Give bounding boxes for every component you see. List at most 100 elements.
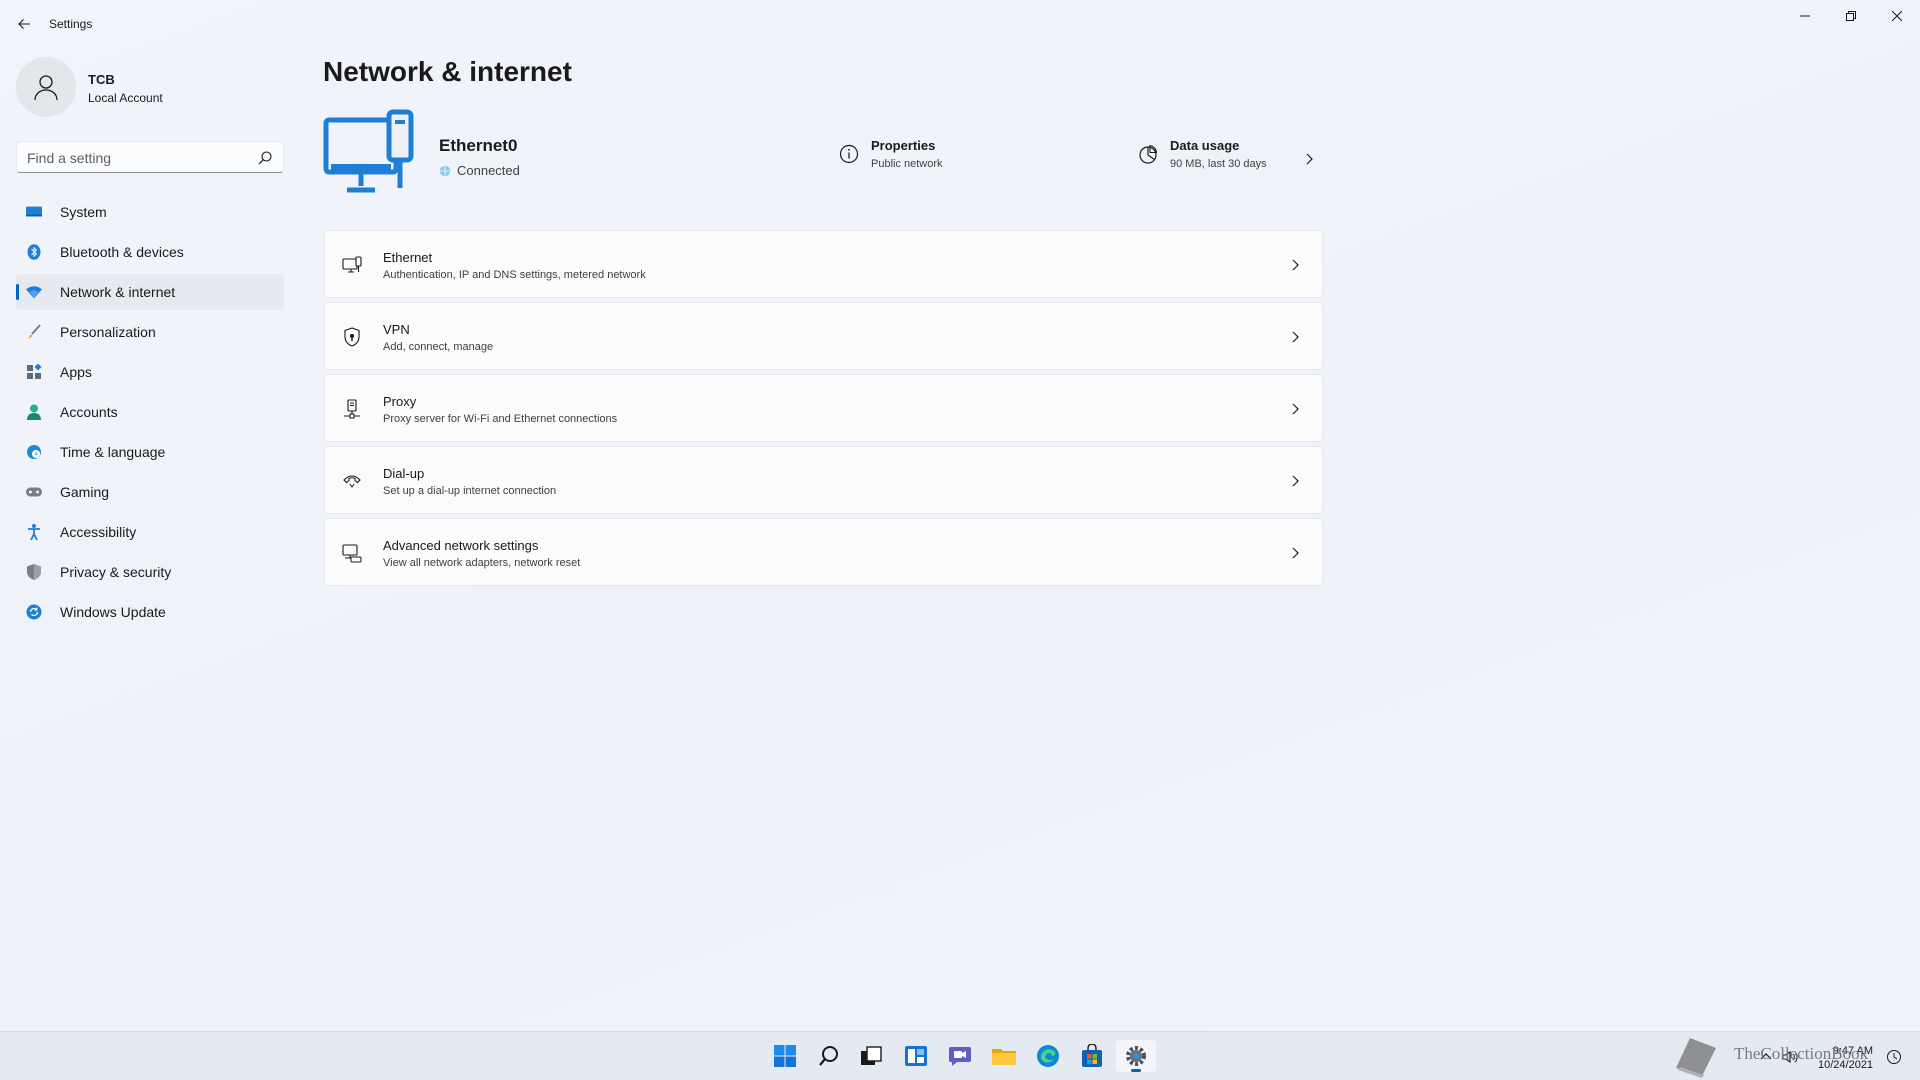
settings-app-button[interactable] [1116,1040,1156,1072]
sidebar-item-time-language[interactable]: Time & language [16,434,284,470]
card-title: Ethernet [383,250,433,265]
title-bar: Settings [0,0,1920,48]
back-button[interactable] [12,12,36,36]
sidebar-item-personalization[interactable]: Personalization [16,314,284,350]
accessibility-icon [26,524,42,540]
properties-title: Properties [871,138,936,153]
sidebar-item-network[interactable]: Network & internet [16,274,284,310]
avatar [16,57,76,117]
properties-subtitle: Public network [871,158,943,170]
back-arrow-icon [18,19,30,29]
file-explorer-button[interactable] [984,1040,1024,1072]
task-view-icon [861,1046,882,1065]
close-icon [1892,11,1902,21]
sidebar-item-label: Apps [60,364,92,380]
vpn-shield-icon [342,327,362,347]
settings-list: Ethernet Authentication, IP and DNS sett… [324,230,1323,590]
search-icon [258,151,272,165]
chevron-right-icon [1292,475,1299,487]
data-usage-subtitle: 90 MB, last 30 days [1170,158,1267,170]
proxy-card[interactable]: Proxy Proxy server for Wi-Fi and Etherne… [324,374,1323,442]
sidebar-item-label: Time & language [60,444,166,460]
task-view-button[interactable] [851,1040,891,1072]
card-subtitle: Set up a dial-up internet connection [383,485,557,497]
store-icon [1082,1044,1102,1067]
data-usage-icon [1139,144,1158,164]
connection-summary: Ethernet0 Connected Properties Public ne… [323,108,1323,208]
start-button[interactable] [765,1040,805,1072]
chat-button[interactable] [940,1040,980,1072]
properties-link[interactable]: Properties Public network [839,138,943,170]
store-button[interactable] [1072,1040,1112,1072]
apps-icon [26,364,42,380]
window-title: Settings [49,17,93,31]
sidebar-item-accounts[interactable]: Accounts [16,394,284,430]
data-usage-link[interactable]: Data usage 90 MB, last 30 days [1138,138,1318,170]
restore-icon [1846,11,1856,21]
chevron-right-icon [1292,403,1299,415]
network-adapter-icon [342,543,362,563]
user-profile[interactable]: TCB Local Account [16,57,276,119]
person-icon [34,75,58,101]
info-icon [839,144,859,164]
sidebar-item-label: Gaming [60,484,110,500]
data-usage-title: Data usage [1170,138,1240,153]
minimize-icon [1800,15,1810,17]
sidebar-item-label: Accounts [60,404,118,420]
ethernet-icon [342,255,362,275]
globe-clock-icon [26,444,42,460]
proxy-icon [342,399,362,419]
close-button[interactable] [1874,0,1920,32]
settings-window: Settings TCB Local Account Find a settin… [0,0,1920,1031]
card-subtitle: Authentication, IP and DNS settings, met… [383,269,646,281]
sidebar-item-accessibility[interactable]: Accessibility [16,514,284,550]
sidebar-item-label: Personalization [60,324,156,340]
search-box[interactable] [16,141,284,173]
search-input[interactable] [27,148,247,168]
widgets-button[interactable] [896,1040,936,1072]
sidebar-item-apps[interactable]: Apps [16,354,284,390]
taskbar-search-button[interactable] [809,1040,849,1072]
restore-button[interactable] [1828,0,1874,32]
search-icon [819,1046,838,1066]
sidebar-item-label: Network & internet [60,284,176,300]
chevron-right-icon [1292,259,1299,271]
vpn-card[interactable]: VPN Add, connect, manage [324,302,1323,370]
profile-name: TCB [88,72,115,87]
sidebar-item-label: Privacy & security [60,564,172,580]
card-title: VPN [383,322,410,337]
card-subtitle: Proxy server for Wi-Fi and Ethernet conn… [383,413,618,425]
dialup-icon [342,471,362,491]
sidebar-item-privacy[interactable]: Privacy & security [16,554,284,590]
profile-account-type: Local Account [88,91,163,105]
dialup-card[interactable]: Dial-up Set up a dial-up internet connec… [324,446,1323,514]
notification-icon[interactable] [1886,1049,1902,1065]
sidebar-item-label: Accessibility [60,524,137,540]
card-title: Proxy [383,394,417,409]
edge-button[interactable] [1028,1040,1068,1072]
brush-icon [26,324,42,340]
connection-status-text: Connected [457,163,520,178]
start-icon [774,1045,796,1067]
card-subtitle: Add, connect, manage [383,341,494,353]
minimize-button[interactable] [1782,0,1828,32]
bluetooth-icon [26,244,42,260]
sidebar-item-system[interactable]: System [16,194,284,230]
sidebar-item-gaming[interactable]: Gaming [16,474,284,510]
watermark-text: TheCollectionBook [1734,1044,1869,1063]
advanced-network-settings-card[interactable]: Advanced network settings View all netwo… [324,518,1323,586]
ethernet-card[interactable]: Ethernet Authentication, IP and DNS sett… [324,230,1323,298]
sidebar-item-bluetooth[interactable]: Bluetooth & devices [16,234,284,270]
system-icon [26,204,42,220]
chevron-right-icon [1292,547,1299,559]
sidebar-nav: System Bluetooth & devices Network & int… [16,194,284,634]
chevron-right-icon [1292,331,1299,343]
taskbar: 9:47 AM 10/24/2021 [0,1031,1920,1080]
sidebar-item-label: Bluetooth & devices [60,244,184,260]
connection-status: Connected [439,163,520,178]
chat-icon [949,1047,971,1066]
person-icon [26,404,42,420]
settings-icon [1126,1046,1146,1066]
sidebar-item-windows-update[interactable]: Windows Update [16,594,284,630]
shield-icon [26,564,42,580]
